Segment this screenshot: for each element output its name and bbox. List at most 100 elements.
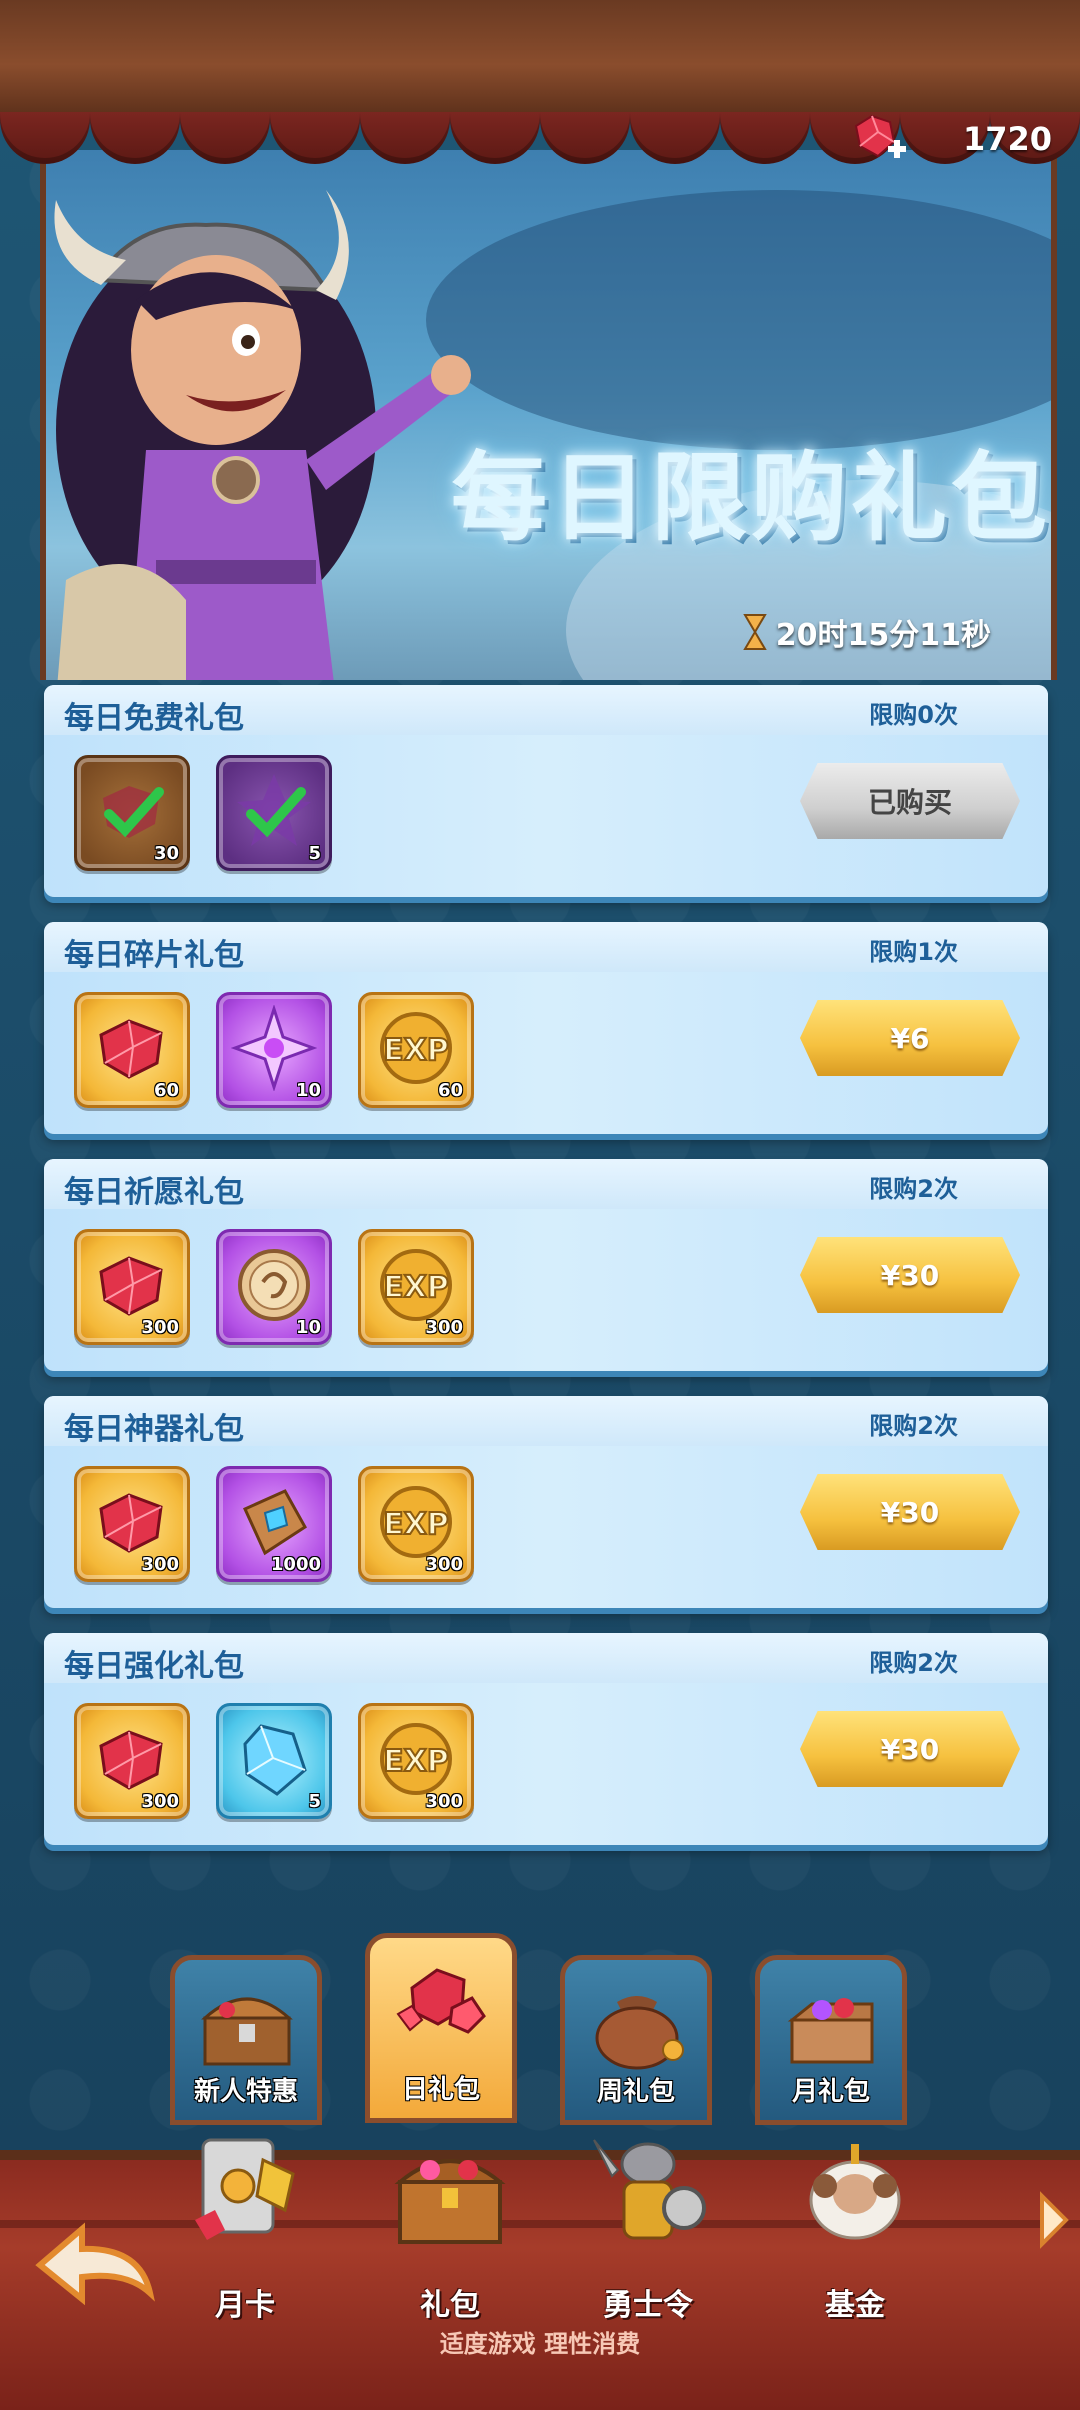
pack-item[interactable]: EXP 300 bbox=[358, 1466, 474, 1582]
buy-button[interactable]: ¥6 bbox=[800, 1000, 1020, 1076]
buy-button[interactable]: ¥30 bbox=[800, 1474, 1020, 1550]
chevron-right-icon[interactable] bbox=[1036, 2190, 1072, 2250]
star-shard-icon bbox=[231, 1005, 317, 1091]
pack-item[interactable]: 5 bbox=[216, 1703, 332, 1819]
pack-card-free: 每日免费礼包 限购0次 30 5 已购买 bbox=[44, 685, 1048, 897]
pack-item[interactable]: 300 bbox=[74, 1703, 190, 1819]
card-coins-icon bbox=[195, 2138, 295, 2240]
pack-title: 每日祈愿礼包 bbox=[64, 1175, 244, 1210]
pack-limit: 限购2次 bbox=[869, 1649, 958, 1677]
gift-chest-icon bbox=[394, 2159, 506, 2244]
coin-sack-icon bbox=[595, 1996, 684, 2070]
ruby-pile-icon bbox=[396, 1968, 486, 2034]
pack-limit: 限购0次 bbox=[869, 701, 958, 729]
nav-warrior-pass[interactable]: 勇士令 bbox=[578, 2130, 718, 2330]
nav-monthly-card[interactable]: 月卡 bbox=[175, 2130, 315, 2330]
pack-item[interactable]: 10 bbox=[216, 1229, 332, 1345]
pack-item[interactable]: 300 bbox=[74, 1466, 190, 1582]
tab-label: 周礼包 bbox=[596, 2077, 675, 2107]
promo-banner: 每日限购礼包 20时15分11秒 bbox=[40, 150, 1057, 680]
pack-item[interactable]: 300 bbox=[74, 1229, 190, 1345]
svg-text:EXP: EXP bbox=[383, 1744, 449, 1779]
ruby-icon bbox=[103, 786, 164, 838]
pack-card-wish: 每日祈愿礼包 限购2次 300 10 EXP 300 ¥30 bbox=[44, 1159, 1048, 1371]
countdown-timer: 20时15分11秒 bbox=[742, 610, 991, 654]
nav-fund[interactable]: 基金 bbox=[785, 2130, 925, 2330]
sheep-icon bbox=[809, 2144, 901, 2240]
nav-label: 礼包 bbox=[420, 2288, 480, 2323]
item-qty: 300 bbox=[141, 1791, 179, 1812]
wish-coin-icon bbox=[238, 1249, 310, 1321]
svg-text:EXP: EXP bbox=[383, 1270, 449, 1305]
item-qty: 60 bbox=[437, 1080, 463, 1101]
nav-gift-pack[interactable]: 礼包 bbox=[380, 2130, 520, 2330]
artifact-crystal-icon bbox=[243, 1489, 307, 1556]
pack-type-tabs: 新人特惠 日礼包 周礼包 月礼包 bbox=[170, 1933, 907, 2125]
item-qty: 300 bbox=[141, 1554, 179, 1575]
item-qty: 60 bbox=[153, 1080, 179, 1101]
nav-label: 基金 bbox=[825, 2288, 885, 2323]
pack-item[interactable]: 30 bbox=[74, 755, 190, 871]
item-qty: 300 bbox=[141, 1317, 179, 1338]
viking-girl-character bbox=[54, 190, 471, 680]
nav-label: 勇士令 bbox=[603, 2288, 693, 2323]
svg-text:EXP: EXP bbox=[383, 1507, 449, 1542]
item-qty: 5 bbox=[308, 843, 321, 864]
pack-title: 每日强化礼包 bbox=[64, 1649, 244, 1684]
banner-sky-shape bbox=[426, 190, 1051, 450]
ruby-icon bbox=[99, 1256, 163, 1316]
blue-crystal-icon bbox=[243, 1724, 307, 1796]
ruby-icon bbox=[99, 1730, 163, 1790]
pack-limit: 限购2次 bbox=[869, 1175, 958, 1203]
pack-title: 每日免费礼包 bbox=[64, 701, 244, 736]
exp-icon: EXP bbox=[380, 1249, 452, 1321]
star-shard-icon bbox=[237, 774, 311, 846]
exp-icon: EXP bbox=[380, 1012, 452, 1084]
pack-title: 每日神器礼包 bbox=[64, 1412, 244, 1447]
tab-label: 新人特惠 bbox=[193, 2077, 298, 2107]
buy-button[interactable]: ¥30 bbox=[800, 1711, 1020, 1787]
pack-item[interactable]: EXP 300 bbox=[358, 1229, 474, 1345]
treasure-chest-icon bbox=[201, 1997, 293, 2066]
item-qty: 300 bbox=[425, 1317, 463, 1338]
purchased-button[interactable]: 已购买 bbox=[800, 763, 1020, 839]
pack-item[interactable]: 10 bbox=[216, 992, 332, 1108]
top-wood-frame bbox=[0, 0, 1080, 118]
buy-button[interactable]: ¥30 bbox=[800, 1237, 1020, 1313]
tab-newbie-deal[interactable]: 新人特惠 bbox=[170, 1955, 322, 2125]
tab-monthly-pack[interactable]: 月礼包 bbox=[755, 1955, 907, 2125]
item-qty: 30 bbox=[153, 843, 179, 864]
currency-amount: 1720 bbox=[962, 120, 1052, 158]
pack-item[interactable]: 60 bbox=[74, 992, 190, 1108]
hourglass-icon bbox=[743, 614, 767, 650]
health-slogan: 适度游戏 理性消费 bbox=[439, 2330, 641, 2358]
pack-card-shard: 每日碎片礼包 限购1次 60 10 EXP 60 ¥6 bbox=[44, 922, 1048, 1134]
pack-item[interactable]: EXP 60 bbox=[358, 992, 474, 1108]
back-arrow-icon[interactable] bbox=[30, 2215, 160, 2315]
item-qty: 300 bbox=[425, 1554, 463, 1575]
warrior-icon bbox=[593, 2139, 706, 2240]
timer-text: 20时15分11秒 bbox=[775, 618, 991, 653]
tab-label: 日礼包 bbox=[401, 2075, 480, 2105]
pack-limit: 限购2次 bbox=[869, 1412, 958, 1440]
pack-title: 每日碎片礼包 bbox=[64, 938, 244, 973]
currency-display[interactable]: 1720 bbox=[842, 110, 1062, 168]
ruby-icon bbox=[99, 1019, 163, 1079]
exp-icon: EXP bbox=[380, 1723, 452, 1795]
ruby-plus-icon[interactable] bbox=[850, 112, 908, 164]
pack-card-enhance: 每日强化礼包 限购2次 300 5 EXP 300 ¥30 bbox=[44, 1633, 1048, 1845]
banner-title: 每日限购礼包 bbox=[451, 442, 1051, 554]
pack-item[interactable]: 1000 bbox=[216, 1466, 332, 1582]
pack-item[interactable]: EXP 300 bbox=[358, 1703, 474, 1819]
pack-item[interactable]: 5 bbox=[216, 755, 332, 871]
nav-label: 月卡 bbox=[215, 2288, 275, 2323]
svg-text:EXP: EXP bbox=[383, 1033, 449, 1068]
gem-crate-icon bbox=[787, 1998, 874, 2064]
ruby-icon bbox=[99, 1493, 163, 1553]
pack-card-artifact: 每日神器礼包 限购2次 300 1000 EXP 300 ¥30 bbox=[44, 1396, 1048, 1608]
item-qty: 10 bbox=[295, 1317, 321, 1338]
item-qty: 5 bbox=[308, 1791, 321, 1812]
tab-weekly-pack[interactable]: 周礼包 bbox=[560, 1955, 712, 2125]
item-qty: 1000 bbox=[270, 1554, 321, 1575]
tab-daily-pack[interactable]: 日礼包 bbox=[365, 1933, 517, 2123]
